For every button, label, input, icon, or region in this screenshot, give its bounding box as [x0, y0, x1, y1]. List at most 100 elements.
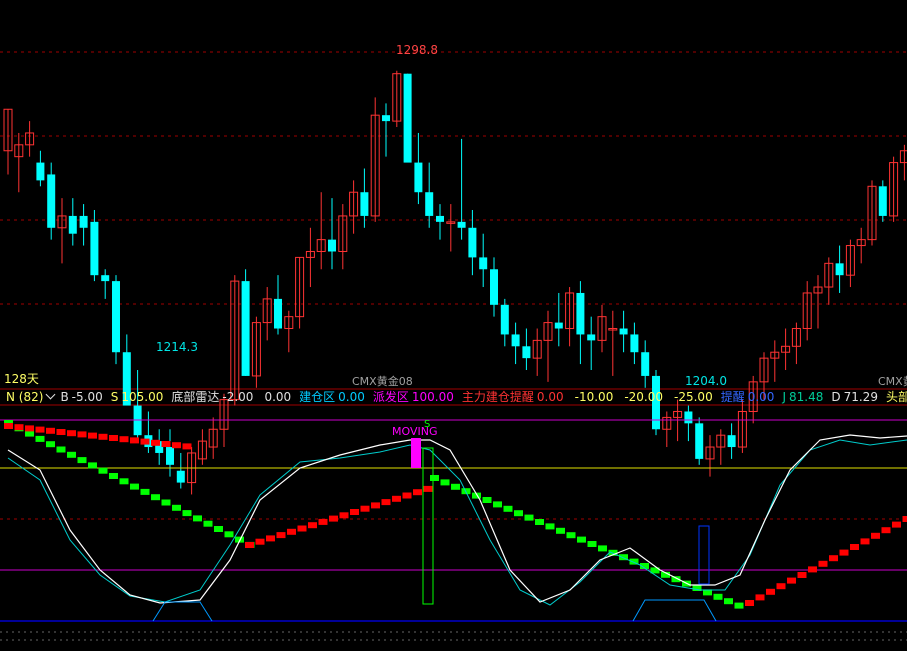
indicator-item-value: 0.00 [537, 389, 564, 405]
candle-body [242, 281, 250, 376]
signal-block [183, 510, 192, 516]
signal-block [151, 440, 160, 446]
signal-block [413, 489, 422, 495]
signal-block [15, 424, 24, 430]
indicator-item-value: 0.00 [264, 389, 291, 405]
signal-block [99, 434, 108, 440]
moving-marker-bar [411, 438, 421, 468]
chevron-down-icon[interactable] [46, 390, 56, 400]
indicator-item: -25.00 [671, 389, 713, 405]
signal-block [577, 537, 586, 543]
signal-block [141, 439, 150, 445]
indicator-item: B-5.00 [60, 389, 102, 405]
signal-block [67, 430, 76, 436]
candle-body [458, 222, 466, 228]
candle-body [425, 192, 433, 216]
indicator-item: 建仓区0.00 [299, 389, 365, 405]
candle-body [501, 305, 509, 335]
signal-block [141, 489, 150, 495]
candle-body [69, 216, 77, 234]
indicator-item-key: 提醒 [721, 389, 745, 405]
indicator-item: -10.00 [572, 389, 614, 405]
indicator-item-key: B [60, 389, 68, 405]
indicator-item: 底部雷达-2.00 [171, 389, 253, 405]
signal-block [451, 484, 460, 490]
signal-block [882, 527, 891, 533]
candle-body [101, 275, 109, 281]
indicator-item-key: 建仓区 [299, 389, 335, 405]
indicator-item-value: -10.00 [575, 389, 614, 405]
signal-block [36, 436, 45, 442]
signal-block [130, 437, 139, 443]
signal-block [46, 441, 55, 447]
signal-block [745, 600, 754, 606]
candle-body [879, 186, 887, 216]
indicator-item-value: -20.00 [624, 389, 663, 405]
candle-body [90, 222, 98, 275]
signal-block [109, 435, 118, 441]
contract-label-right: CMX黄 [878, 375, 907, 389]
contract-label: CMX黄金08 [352, 375, 413, 389]
signal-block [350, 509, 359, 515]
candle-body [555, 323, 563, 329]
candle-body [630, 334, 638, 352]
signal-block [4, 423, 13, 429]
signal-block [99, 468, 108, 474]
signal-block [329, 516, 338, 522]
bottom-radar-shape [633, 600, 716, 621]
signal-block [798, 572, 807, 578]
signal-block [556, 528, 565, 534]
signal-block [25, 431, 34, 437]
signal-block [735, 603, 744, 609]
signal-block [787, 578, 796, 584]
candle-body [836, 263, 844, 275]
signal-block [57, 447, 66, 453]
signal-block [382, 499, 391, 505]
signal-block [361, 506, 370, 512]
candle-body [576, 293, 584, 334]
signal-block [287, 529, 296, 535]
signal-block [120, 436, 129, 442]
candle-body [684, 411, 692, 423]
signal-block [525, 515, 534, 521]
signal-block [46, 428, 55, 434]
signal-block [204, 521, 213, 527]
signal-block [319, 519, 328, 525]
signal-block [172, 505, 181, 511]
indicator-item-key: D [831, 389, 840, 405]
signal-block [371, 502, 380, 508]
signal-block [25, 425, 34, 431]
indicator-item: 派发区100.00 [373, 389, 454, 405]
indicator-name[interactable]: N (82) [6, 389, 43, 405]
candle-body [36, 163, 44, 181]
indicator-item: 提醒0.00 [721, 389, 775, 405]
indicator-item-value: 81.48 [789, 389, 823, 405]
candle-body [490, 269, 498, 305]
signal-block [808, 566, 817, 572]
signal-block [225, 531, 234, 537]
signal-block [441, 479, 450, 485]
indicator-item-value: 100.00 [412, 389, 454, 405]
candle-body [404, 74, 412, 163]
indicator-item-key: J [782, 389, 786, 405]
candle-body [641, 352, 649, 376]
candle-body [360, 192, 368, 216]
indicator-header-bar: N (82)B-5.00S105.00底部雷达-2.000.00建仓区0.00派… [0, 389, 907, 405]
indicator-values: B-5.00S105.00底部雷达-2.000.00建仓区0.00派发区100.… [60, 389, 907, 405]
indicator-item-value: -5.00 [72, 389, 103, 405]
signal-block [871, 533, 880, 539]
candle-body [177, 471, 185, 483]
signal-block [193, 515, 202, 521]
signal-block [829, 555, 838, 561]
candle-body [512, 334, 520, 346]
s-signal-label: S [424, 418, 430, 432]
low-price-label-2: 1204.0 [685, 374, 727, 388]
signal-block [162, 500, 171, 506]
indicator-item-value: 0.00 [748, 389, 775, 405]
chart-stage[interactable]: 1298.8 1214.3 1204.0 128天 CMX黄金08 CMX黄 N… [0, 0, 907, 647]
chart-canvas[interactable] [0, 0, 907, 647]
signal-block [840, 550, 849, 556]
candle-body [80, 216, 88, 228]
indicator-item-key: S [111, 389, 119, 405]
signal-block [277, 532, 286, 538]
